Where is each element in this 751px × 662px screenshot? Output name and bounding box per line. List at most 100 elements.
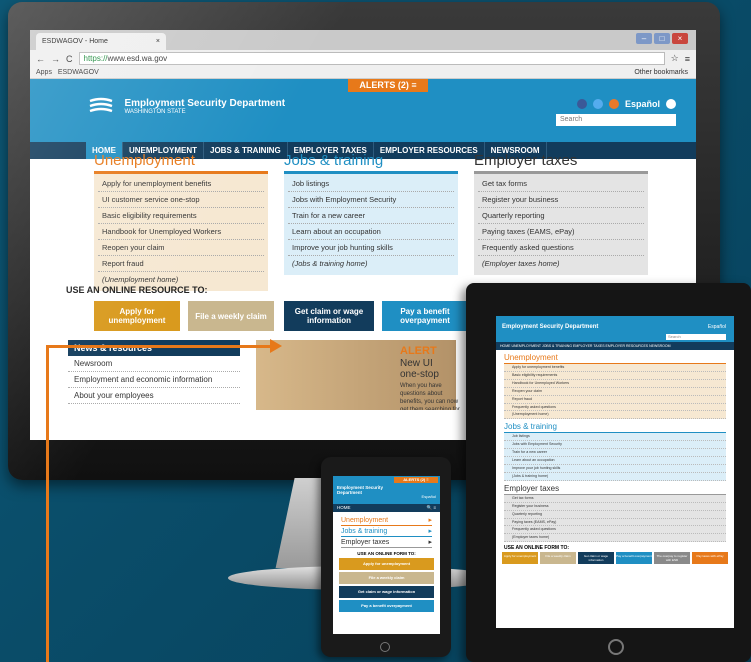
- espanol-link[interactable]: Español: [625, 99, 660, 109]
- alerts-button[interactable]: ALERTS (2) ≡: [348, 79, 428, 92]
- list-item[interactable]: Get tax forms: [478, 176, 644, 192]
- bookmark-star-icon[interactable]: ☆: [671, 53, 679, 64]
- list-item[interactable]: Train for a new career: [288, 208, 454, 224]
- address-bar[interactable]: https://www.esd.wa.gov: [78, 52, 665, 65]
- list-item[interactable]: About your employees: [68, 388, 240, 404]
- list-item[interactable]: (Employer taxes home): [478, 256, 644, 271]
- taxes-heading[interactable]: Employer taxes: [474, 152, 648, 174]
- phone-apply-button[interactable]: Apply for unemployment: [339, 558, 434, 570]
- facebook-icon[interactable]: [576, 99, 587, 109]
- search-input[interactable]: Search: [556, 114, 676, 126]
- list-item[interactable]: (Jobs & training home): [288, 256, 454, 271]
- phone-nav-home[interactable]: HOME: [337, 505, 351, 510]
- minimize-button[interactable]: –: [636, 33, 652, 44]
- pay-overpayment-button[interactable]: Pay a benefit overpayment: [382, 301, 468, 331]
- close-icon[interactable]: ×: [156, 33, 160, 50]
- phone-link-jobs[interactable]: Jobs & training ▸: [341, 527, 432, 537]
- forward-icon[interactable]: →: [51, 54, 60, 64]
- other-bookmarks[interactable]: Other bookmarks: [634, 67, 688, 79]
- phone-home-button[interactable]: [380, 642, 390, 652]
- tablet-nav[interactable]: HOME UNEMPLOYMENT JOBS & TRAINING EMPLOY…: [496, 342, 734, 350]
- info-icon[interactable]: [666, 99, 676, 109]
- phone-espanol[interactable]: Español: [422, 494, 436, 499]
- bookmark-esdwagov[interactable]: ESDWAGOV: [58, 69, 99, 76]
- tablet-weekly-claim-button[interactable]: File a weekly claim: [540, 552, 576, 565]
- phone-alerts-button[interactable]: ALERTS (2) ≡: [394, 477, 438, 483]
- list-item[interactable]: (Jobs & training home): [504, 473, 726, 481]
- list-item[interactable]: Quarterly reporting: [478, 208, 644, 224]
- file-weekly-claim-button[interactable]: File a weekly claim: [188, 301, 274, 331]
- tablet-home-button[interactable]: [608, 639, 624, 655]
- phone-link-taxes[interactable]: Employer taxes ▸: [341, 538, 432, 548]
- maximize-button[interactable]: □: [654, 33, 670, 44]
- phone-online-label: USE AN ONLINE FORM TO:: [357, 551, 416, 556]
- list-item[interactable]: Jobs with Employment Security: [504, 441, 726, 450]
- list-item[interactable]: Frequently asked questions: [504, 404, 726, 412]
- list-item[interactable]: Handbook for Unemployed Workers: [98, 224, 264, 240]
- phone-nav-icons[interactable]: 🔍 ≡: [427, 504, 436, 512]
- apply-unemployment-button[interactable]: Apply for unemployment: [94, 301, 180, 331]
- close-window-button[interactable]: ×: [672, 33, 688, 44]
- list-item[interactable]: Reopen your claim: [504, 388, 726, 396]
- tablet-claim-info-button[interactable]: Get claim or wage information: [578, 552, 614, 565]
- blog-icon[interactable]: [608, 99, 619, 109]
- list-item[interactable]: Report fraud: [504, 396, 726, 404]
- tablet-unemployment-heading[interactable]: Unemployment: [504, 353, 726, 364]
- news-heading[interactable]: News & resources: [68, 340, 240, 356]
- browser-tab[interactable]: ESDWAGOV - Home ×: [36, 33, 166, 50]
- list-item[interactable]: UI customer service one-stop: [98, 192, 264, 208]
- list-item[interactable]: Train for a new career: [504, 449, 726, 458]
- list-item[interactable]: Newsroom: [68, 356, 240, 372]
- tablet-epay-button[interactable]: Pay taxes with ePay: [692, 552, 728, 565]
- list-item[interactable]: Frequently asked questions: [504, 526, 726, 535]
- list-item[interactable]: Handbook for Unemployed Workers: [504, 380, 726, 388]
- list-item[interactable]: Frequently asked questions: [478, 240, 644, 256]
- tablet-jobs-heading[interactable]: Jobs & training: [504, 422, 726, 434]
- list-item[interactable]: Paying taxes (EAMS, ePay): [478, 224, 644, 240]
- list-item[interactable]: (Employer taxes home): [504, 534, 726, 543]
- tablet-org-name[interactable]: Employment Security Department: [502, 324, 598, 330]
- list-item[interactable]: Job listings: [288, 176, 454, 192]
- list-item[interactable]: Jobs with Employment Security: [288, 192, 454, 208]
- list-item[interactable]: Basic eligibility requirements: [504, 372, 726, 380]
- unemployment-heading[interactable]: Unemployment: [94, 152, 268, 174]
- list-item[interactable]: Improve your job hunting skills: [288, 240, 454, 256]
- phone-link-unemployment[interactable]: Unemployment ▸: [341, 516, 432, 526]
- list-item[interactable]: Paying taxes (EAMS, ePay): [504, 519, 726, 527]
- phone-weekly-claim-button[interactable]: File a weekly claim: [339, 572, 434, 584]
- list-item[interactable]: Reopen your claim: [98, 240, 264, 256]
- esd-logo[interactable]: Employment Security Department WASHINGTO…: [88, 97, 285, 115]
- chevron-right-icon: ▸: [428, 528, 432, 535]
- back-icon[interactable]: ←: [36, 54, 45, 64]
- browser-tab-bar: ESDWAGOV - Home × – □ ×: [30, 30, 696, 50]
- phone-org-name[interactable]: Employment Security Department: [337, 485, 392, 495]
- list-item[interactable]: Report fraud: [98, 256, 264, 272]
- list-item[interactable]: Get tax forms: [504, 495, 726, 503]
- list-item[interactable]: Basic eligibility requirements: [98, 208, 264, 224]
- phone-claim-info-button[interactable]: Get claim or wage information: [339, 586, 434, 598]
- reload-icon[interactable]: C: [66, 54, 73, 64]
- list-item[interactable]: Job listings: [504, 433, 726, 442]
- menu-icon[interactable]: ≡: [685, 54, 690, 64]
- list-item[interactable]: (Unemployment home): [504, 411, 726, 420]
- list-item[interactable]: Learn about an occupation: [504, 457, 726, 465]
- tablet-search-input[interactable]: Search: [666, 334, 726, 340]
- tablet-overpayment-button[interactable]: Pay a benefit overpayment: [616, 552, 652, 565]
- list-item[interactable]: Apply for unemployment benefits: [98, 176, 264, 192]
- list-item[interactable]: Quarterly reporting: [504, 511, 726, 519]
- list-item[interactable]: Register your business: [478, 192, 644, 208]
- tablet-espanol[interactable]: Español: [708, 324, 726, 330]
- tablet-apply-button[interactable]: Apply for unemployment: [502, 552, 538, 565]
- twitter-icon[interactable]: [592, 99, 603, 109]
- list-item[interactable]: Employment and economic information: [68, 372, 240, 388]
- claim-wage-info-button[interactable]: Get claim or wage information: [284, 301, 374, 331]
- list-item[interactable]: Apply for unemployment benefits: [504, 364, 726, 372]
- tablet-register-button[interactable]: The overpay to register with ESD: [654, 552, 690, 565]
- list-item[interactable]: Register your business: [504, 503, 726, 511]
- jobs-heading[interactable]: Jobs & training: [284, 152, 458, 174]
- tablet-taxes-heading[interactable]: Employer taxes: [504, 484, 726, 495]
- phone-overpayment-button[interactable]: Pay a benefit overpayment: [339, 600, 434, 612]
- list-item[interactable]: Improve your job hunting skills: [504, 465, 726, 473]
- bookmark-apps[interactable]: Apps: [36, 69, 52, 76]
- list-item[interactable]: Learn about an occupation: [288, 224, 454, 240]
